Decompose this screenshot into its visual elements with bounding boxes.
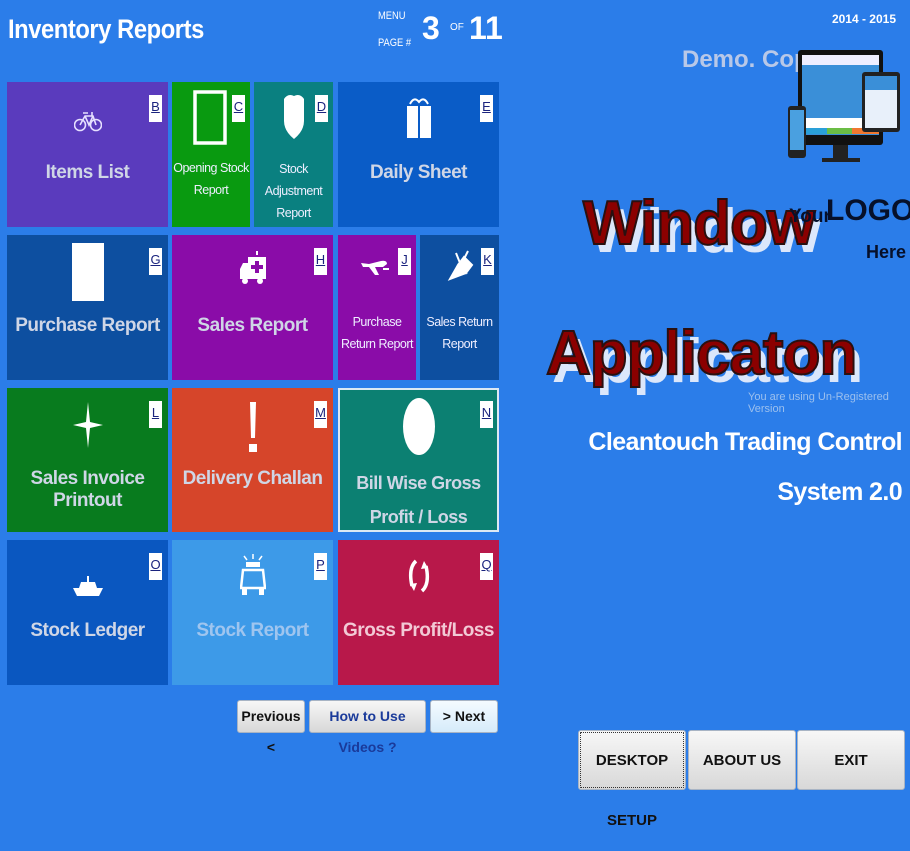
shortcut-key: H xyxy=(314,248,327,275)
financial-year: 2014 - 2015 xyxy=(831,12,896,26)
shortcut-key: B xyxy=(149,95,162,122)
tile-label: Daily Sheet xyxy=(370,162,467,183)
tile-sales-invoice-printout[interactable]: Sales Invoice Printout L xyxy=(7,388,168,532)
shortcut-key: Q xyxy=(480,553,493,580)
tile-label: Sales Report xyxy=(197,315,308,336)
tile-stock-report[interactable]: Stock Report P xyxy=(172,540,333,685)
exclamation-icon xyxy=(248,402,257,452)
watermark-line-1: Window xyxy=(582,188,816,259)
tile-opening-stock-report[interactable]: Opening Stock Report C xyxy=(172,82,250,227)
ship-icon xyxy=(72,576,103,596)
page-label: PAGE # xyxy=(378,37,412,49)
tile-label: Delivery Challan xyxy=(182,468,323,489)
tile-bill-wise-gross-profit-loss[interactable]: Bill Wise Gross Profit / Loss N xyxy=(338,388,499,532)
exit-button[interactable]: EXIT xyxy=(797,730,905,790)
current-page-number: 3 xyxy=(422,10,440,46)
product-name-line-1: Cleantouch Trading Control xyxy=(588,428,902,456)
tile-label: Stock Adjustment Report xyxy=(264,162,323,220)
shortcut-key: P xyxy=(314,553,327,580)
satellite-icon xyxy=(447,250,474,281)
desktop-setup-button[interactable]: DESKTOP SETUP xyxy=(578,730,686,829)
airplane-icon xyxy=(361,260,389,275)
tile-sales-report[interactable]: Sales Report H xyxy=(172,235,333,380)
unregistered-notice: You are using Un-Registered Version xyxy=(748,391,889,415)
page-title: Inventory Reports xyxy=(8,14,204,44)
total-pages-number: 11 xyxy=(469,10,503,46)
police-car-icon xyxy=(239,554,266,595)
tile-label: Opening Stock Report xyxy=(173,161,249,197)
bicycle-icon xyxy=(73,112,102,132)
circle-icon xyxy=(402,398,435,455)
tile-gross-profit-loss[interactable]: Gross Profit/Loss Q xyxy=(338,540,499,685)
tile-label: Purchase Report xyxy=(15,315,160,336)
menu-label: MENU xyxy=(378,10,406,22)
tile-label: Items List xyxy=(45,162,130,183)
tile-label: Stock Ledger xyxy=(30,620,145,641)
shortcut-key: C xyxy=(232,95,245,122)
logo-text: LOGO xyxy=(826,194,910,227)
of-label: OF xyxy=(450,22,464,33)
gift-icon xyxy=(406,98,431,138)
how-to-use-videos-button[interactable]: How to Use Videos ? xyxy=(309,700,426,755)
shortcut-key: E xyxy=(480,95,493,122)
tile-daily-sheet[interactable]: Daily Sheet E xyxy=(338,82,499,227)
refresh-icon xyxy=(408,559,429,593)
ambulance-icon xyxy=(239,251,266,284)
tile-stock-adjustment-report[interactable]: Stock Adjustment Report D xyxy=(254,82,333,227)
tile-label: Purchase Return Report xyxy=(340,315,414,351)
tile-label: Stock Report xyxy=(196,620,309,641)
shortcut-key: N xyxy=(480,401,493,428)
tile-purchase-return-report[interactable]: Purchase Return Report J xyxy=(338,235,416,380)
next-button[interactable]: > Next xyxy=(430,700,498,733)
tile-stock-ledger[interactable]: Stock Ledger O xyxy=(7,540,168,685)
shield-icon xyxy=(284,95,304,139)
tile-label: Bill Wise Gross Profit / Loss xyxy=(356,473,481,527)
square-outline-icon xyxy=(193,90,227,145)
logo-your-text: Your xyxy=(789,206,831,227)
tile-items-list[interactable]: Items List B xyxy=(7,82,168,227)
shortcut-key: J xyxy=(398,248,411,275)
tile-delivery-challan[interactable]: Delivery Challan M xyxy=(172,388,333,532)
shortcut-key: G xyxy=(149,248,162,275)
tile-label: Sales Return Report xyxy=(426,315,493,351)
devices-image xyxy=(788,50,900,162)
logo-here-text: Here xyxy=(866,242,907,262)
tile-sales-return-report[interactable]: Sales Return Report K xyxy=(420,235,499,380)
tile-label: Sales Invoice Printout xyxy=(30,468,145,511)
compass-star-icon xyxy=(72,402,103,448)
document-icon xyxy=(71,243,104,301)
watermark-line-2: Applicaton xyxy=(545,318,858,389)
product-name-line-2: System 2.0 xyxy=(777,478,902,506)
previous-button[interactable]: Previous < xyxy=(237,700,305,755)
shortcut-key: L xyxy=(149,401,162,428)
shortcut-key: M xyxy=(314,401,327,428)
shortcut-key: D xyxy=(315,95,328,122)
tile-label: Gross Profit/Loss xyxy=(343,620,494,641)
tile-purchase-report[interactable]: Purchase Report G xyxy=(7,235,168,380)
about-us-button[interactable]: ABOUT US xyxy=(688,730,796,790)
shortcut-key: O xyxy=(149,553,162,580)
shortcut-key: K xyxy=(481,248,494,275)
